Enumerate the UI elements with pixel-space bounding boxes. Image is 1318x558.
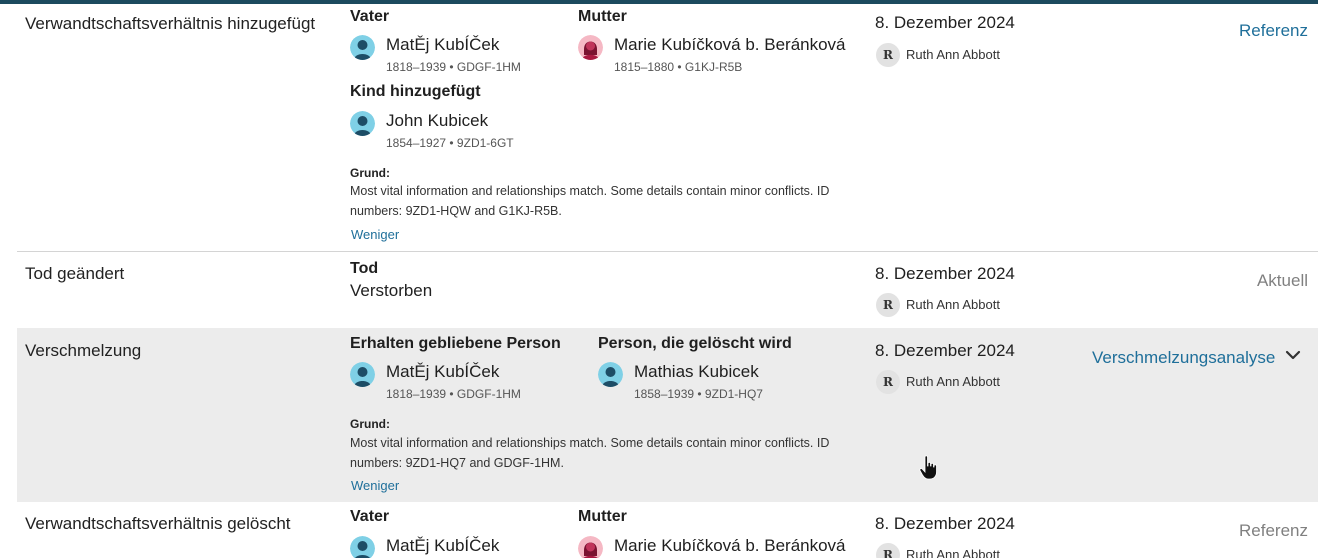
reference-link[interactable]: Referenz (1239, 21, 1308, 41)
female-avatar-icon (578, 35, 603, 60)
change-type-label: Verschmelzung (25, 341, 142, 360)
chevron-down-icon[interactable] (1284, 346, 1302, 364)
person-name[interactable]: MatĚj KubÍČek (386, 536, 499, 556)
person-name[interactable]: Mathias Kubicek (634, 362, 759, 382)
current-label: Aktuell (1256, 271, 1308, 290)
mother-column-title: Mutter (578, 508, 627, 525)
person-lifespan-id: 1854–1927 • 9ZD1-6GT (386, 136, 514, 150)
person-lifespan-id: 1858–1939 • 9ZD1-HQ7 (634, 387, 763, 401)
change-date: 8. Dezember 2024 (875, 341, 1015, 360)
deleted-person-card[interactable]: Mathias Kubicek 1858–1939 • 9ZD1-HQ7 (598, 362, 838, 406)
hand-pointer-cursor (919, 455, 937, 480)
change-type-label: Verwandtschaftsverhältnis hinzugefügt (25, 14, 316, 33)
change-date: 8. Dezember 2024 (875, 514, 1015, 533)
contributor-avatar-icon: R (876, 543, 900, 558)
person-lifespan-id: 1818–1939 • GDGF-1HM (386, 387, 521, 401)
change-type-label: Verwandtschaftsverhältnis gelöscht (25, 514, 291, 533)
contributor-name[interactable]: Ruth Ann Abbott (906, 297, 1000, 312)
deleted-person-title: Person, die gelöscht wird (598, 335, 792, 352)
change-date: 8. Dezember 2024 (875, 264, 1015, 283)
reason-label: Grund: (350, 417, 390, 431)
row-divider (17, 251, 1318, 252)
mother-column-title: Mutter (578, 8, 627, 25)
father-person-card[interactable]: MatĚj KubÍČek 1818–1939 • GDGF-1HM (350, 35, 570, 79)
contributor-name[interactable]: Ruth Ann Abbott (906, 47, 1000, 62)
male-avatar-icon (350, 111, 375, 136)
reason-label: Grund: (350, 166, 390, 180)
child-added-title: Kind hinzugefügt (350, 83, 481, 100)
mother-person-card[interactable]: Marie Kubíčková b. Beránková (578, 536, 868, 558)
kept-person-card[interactable]: MatĚj KubÍČek 1818–1939 • GDGF-1HM (350, 362, 580, 406)
contributor-name[interactable]: Ruth Ann Abbott (906, 374, 1000, 389)
male-avatar-icon (350, 35, 375, 60)
father-column-title: Vater (350, 8, 390, 25)
father-column-title: Vater (350, 508, 390, 525)
person-name[interactable]: Marie Kubíčková b. Beránková (614, 35, 846, 55)
person-lifespan-id: 1818–1939 • GDGF-1HM (386, 60, 521, 74)
female-avatar-icon (578, 536, 603, 558)
male-avatar-icon (350, 536, 375, 558)
person-name[interactable]: John Kubicek (386, 111, 488, 131)
change-date: 8. Dezember 2024 (875, 13, 1015, 32)
reason-text: Most vital information and relationships… (350, 184, 830, 218)
father-person-card[interactable]: MatĚj KubÍČek (350, 536, 570, 558)
male-avatar-icon (598, 362, 623, 387)
change-type-label: Tod geändert (25, 264, 125, 283)
death-field-value: Verstorben (350, 281, 433, 300)
contributor-name[interactable]: Ruth Ann Abbott (906, 547, 1000, 558)
mother-person-card[interactable]: Marie Kubíčková b. Beránková 1815–1880 •… (578, 35, 868, 79)
person-name[interactable]: MatĚj KubÍČek (386, 362, 499, 382)
contributor-avatar-icon: R (876, 293, 900, 317)
person-name[interactable]: MatĚj KubÍČek (386, 35, 499, 55)
child-person-card[interactable]: John Kubicek 1854–1927 • 9ZD1-6GT (350, 111, 570, 155)
show-less-link[interactable]: Weniger (351, 478, 399, 493)
show-less-link[interactable]: Weniger (351, 227, 399, 242)
contributor-avatar-icon: R (876, 370, 900, 394)
contributor-avatar-icon: R (876, 43, 900, 67)
merge-analysis-link[interactable]: Verschmelzungsanalyse (1092, 348, 1275, 368)
death-field-title: Tod (350, 260, 379, 277)
kept-person-title: Erhalten gebliebene Person (350, 335, 561, 352)
person-lifespan-id: 1815–1880 • G1KJ-R5B (614, 60, 743, 74)
top-accent-bar (0, 0, 1318, 4)
reference-label: Referenz (1239, 521, 1308, 540)
person-name[interactable]: Marie Kubíčková b. Beránková (614, 536, 846, 556)
reason-text: Most vital information and relationships… (350, 436, 830, 470)
male-avatar-icon (350, 362, 375, 387)
